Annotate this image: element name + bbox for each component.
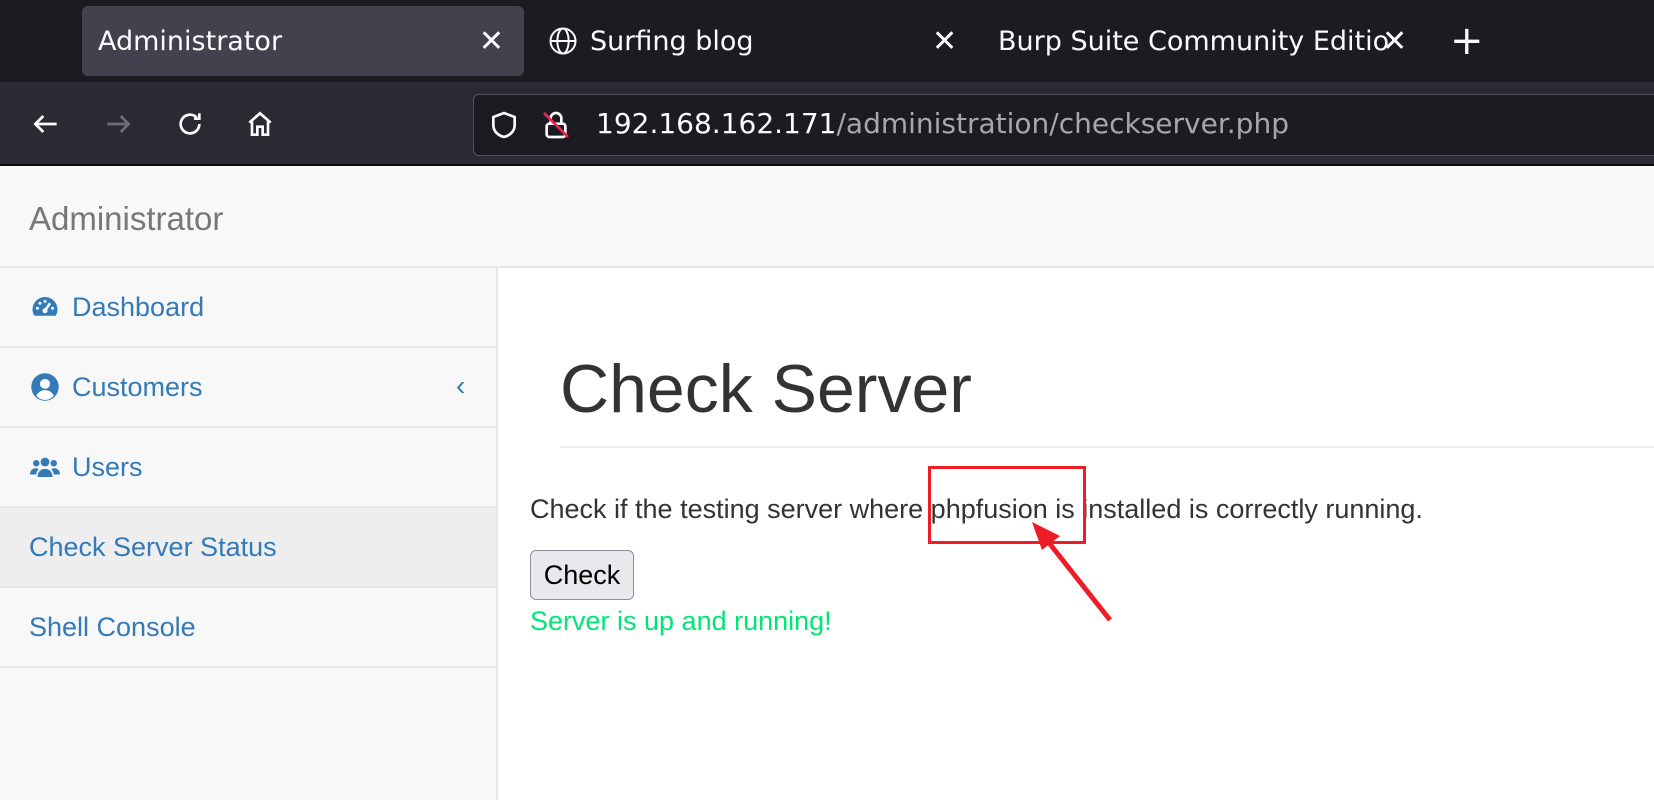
close-icon[interactable]: ✕ [479,24,504,59]
top-navbar: Administrator [0,166,1654,268]
status-message: Server is up and running! [530,606,832,636]
sidebar-item-customers[interactable]: Customers ‹ [0,348,496,428]
shield-icon[interactable] [488,109,520,141]
back-arrow-icon[interactable] [26,104,66,144]
url-host: 192.168.162.171 [596,107,837,140]
tab-title: Administrator [98,25,283,57]
url-path: /administration/checkserver.php [836,107,1289,140]
url-text[interactable]: 192.168.162.171/administration/checkserv… [596,107,1289,140]
web-page: Administrator Dashboard Customers ‹ User… [0,166,1654,800]
sidebar-item-dashboard[interactable]: Dashboard [0,268,496,348]
sidebar-item-label: Customers [72,371,203,402]
globe-icon [549,27,577,55]
check-button[interactable]: Check [530,550,634,600]
brand-title[interactable]: Administrator [29,200,223,238]
insecure-lock-icon[interactable] [540,109,572,141]
sidebar-item-label: Check Server Status [29,531,277,562]
home-icon[interactable] [240,104,280,144]
tab-title: Surfing blog [590,25,754,57]
browser-nav-bar: 192.168.162.171/administration/checkserv… [0,82,1654,166]
address-bar[interactable]: 192.168.162.171/administration/checkserv… [473,94,1654,156]
users-group-icon [30,457,60,477]
sidebar-item-label: Shell Console [29,611,196,642]
reload-icon[interactable] [170,104,210,144]
browser-tab-bar: Administrator ✕ Surfing blog ✕ Burp Suit… [0,0,1654,82]
sidebar-item-label: Dashboard [72,291,205,322]
page-title: Check Server [560,351,972,427]
sidebar-item-shell-console[interactable]: Shell Console [0,588,496,668]
tab-burp-suite[interactable]: Burp Suite Community Edition ✕ [998,6,1410,76]
new-tab-icon[interactable]: + [1450,18,1484,64]
divider [560,446,1654,448]
sidebar: Dashboard Customers ‹ Users Check Server… [0,268,498,800]
annotation-arrow-icon [1032,522,1112,622]
user-circle-icon [31,373,59,401]
sidebar-item-label: Users [72,451,143,482]
dashboard-gauge-icon [32,297,58,316]
tab-surfing-blog[interactable]: Surfing blog ✕ [548,6,968,76]
forward-arrow-icon[interactable] [98,104,138,144]
sidebar-item-users[interactable]: Users [0,428,496,508]
close-icon[interactable]: ✕ [1382,24,1407,59]
tab-administrator[interactable]: Administrator ✕ [82,6,524,76]
chevron-left-icon[interactable]: ‹ [456,370,465,402]
close-icon[interactable]: ✕ [932,24,957,59]
sidebar-item-check-server-status[interactable]: Check Server Status [0,508,496,588]
tab-title: Burp Suite Community Edition [998,25,1390,57]
